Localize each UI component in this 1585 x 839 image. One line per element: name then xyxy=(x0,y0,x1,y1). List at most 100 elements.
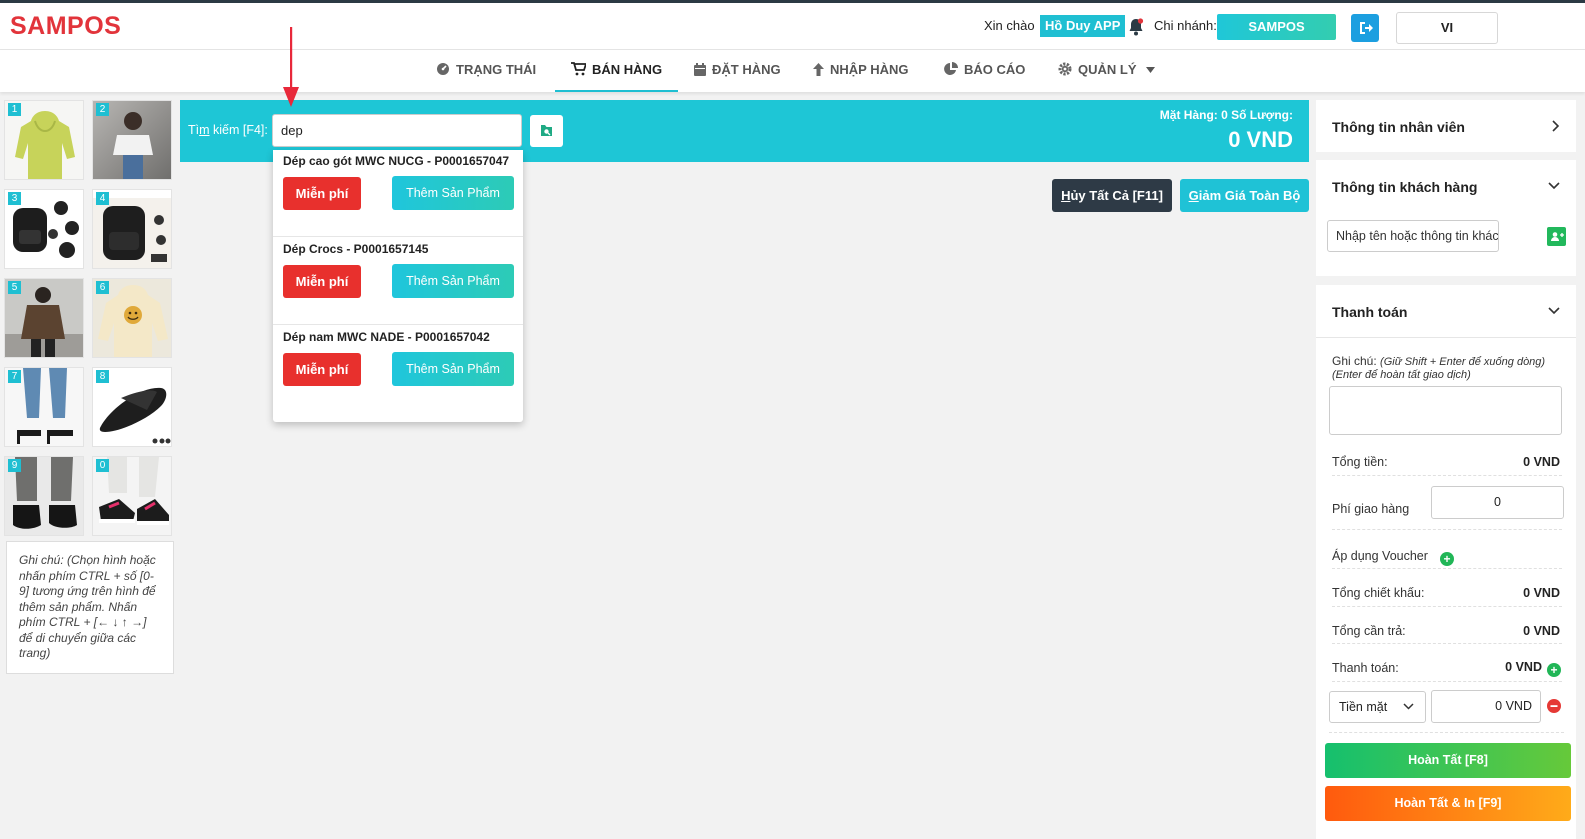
finish-button[interactable]: Hoàn Tất [F8] xyxy=(1325,743,1571,778)
search-results-dropdown: Dép cao gót MWC NUCG - P0001657047 Miễn … xyxy=(273,150,523,422)
nav-quan-ly[interactable]: QUẢN LÝ xyxy=(1058,50,1156,92)
cancel-all-button[interactable]: Hủy Tất Cả [F11] xyxy=(1052,179,1172,212)
product-thumb-2[interactable]: 2 xyxy=(92,100,172,180)
pie-chart-icon xyxy=(944,62,958,75)
total-label: Tổng tiền: xyxy=(1332,455,1388,469)
gear-icon xyxy=(1058,62,1072,76)
arrow-down-icon xyxy=(283,27,299,107)
nav-label: QUẢN LÝ xyxy=(1078,62,1137,77)
nav-label: BÁO CÁO xyxy=(964,62,1026,77)
thumb-number: 5 xyxy=(8,281,21,294)
thumb-number: 2 xyxy=(96,103,109,116)
cart-icon xyxy=(571,62,588,76)
product-thumb-6[interactable]: 6 xyxy=(92,278,172,358)
payment-card: Thanh toán Ghi chú: (Giữ Shift + Enter đ… xyxy=(1316,285,1576,839)
payment-amount-input[interactable]: 0 VND xyxy=(1431,690,1541,723)
discount-all-button[interactable]: Giảm Giá Toàn Bộ xyxy=(1180,179,1309,212)
nav-label: BÁN HÀNG xyxy=(592,62,663,77)
dashboard-icon xyxy=(437,63,449,75)
thumb-number: 0 xyxy=(96,459,109,472)
product-thumb-1[interactable]: 1 xyxy=(4,100,84,180)
add-product-button[interactable]: Thêm Sản Phẩm xyxy=(392,176,514,210)
greeting-text: Xin chào xyxy=(984,18,1035,33)
free-button[interactable]: Miễn phí xyxy=(283,177,361,210)
product-thumb-4[interactable]: 4 xyxy=(92,189,172,269)
shipping-fee-input[interactable]: 0 xyxy=(1431,486,1564,519)
nav-label: ĐẶT HÀNG xyxy=(712,62,781,77)
search-input[interactable]: dep xyxy=(272,114,522,147)
search-result-item[interactable]: Dép nam MWC NADE - P0001657042 Miễn phí … xyxy=(273,326,523,413)
thumb-number: 7 xyxy=(8,370,21,383)
top-header: SAMPOS Xin chào Hồ Duy APP Chi nhánh: SA… xyxy=(0,0,1585,50)
shipping-label: Phí giao hàng xyxy=(1332,502,1410,516)
payment-method-value: Tiền mặt xyxy=(1339,700,1388,714)
paid-value: 0 VND xyxy=(1505,660,1542,674)
payment-title[interactable]: Thanh toán xyxy=(1332,304,1407,320)
payment-method-select[interactable]: Tiền mặt xyxy=(1329,691,1426,723)
product-thumb-0[interactable]: 0 xyxy=(92,456,172,536)
product-shortcut-note: Ghi chú: (Chọn hình hoặc nhấn phím CTRL … xyxy=(6,541,174,674)
search-result-item[interactable]: Dép cao gót MWC NUCG - P0001657047 Miễn … xyxy=(273,150,523,237)
main-nav: TRẠNG THÁI BÁN HÀNG ĐẶT HÀNG NHẬP HÀNG B… xyxy=(0,50,1585,92)
product-thumb-3[interactable]: 3 xyxy=(4,189,84,269)
add-payment-icon[interactable]: + xyxy=(1547,663,1561,677)
arrow-up-icon xyxy=(813,63,824,76)
thumb-number: 9 xyxy=(8,459,21,472)
language-button[interactable]: VI xyxy=(1396,12,1498,44)
discount-value: 0 VND xyxy=(1523,586,1560,600)
search-label: Tìm kiếm [F4]: xyxy=(188,123,268,137)
cart-total: 0 VND xyxy=(1228,127,1293,152)
branch-label: Chi nhánh: xyxy=(1154,18,1217,33)
thumb-number: 1 xyxy=(8,103,21,116)
chevron-down-icon[interactable] xyxy=(1548,182,1560,190)
search-button[interactable] xyxy=(530,115,563,147)
add-product-button[interactable]: Thêm Sản Phẩm xyxy=(392,352,514,386)
chevron-down-icon[interactable] xyxy=(1548,307,1560,315)
nav-dat-hang[interactable]: ĐẶT HÀNG xyxy=(694,50,781,92)
add-customer-button[interactable] xyxy=(1547,227,1566,246)
staff-info-title: Thông tin nhân viên xyxy=(1332,119,1465,135)
customer-search-input[interactable]: Nhập tên hoặc thông tin khác xyxy=(1327,220,1499,252)
product-thumb-7[interactable]: 7 xyxy=(4,367,84,447)
caret-down-icon xyxy=(1146,67,1156,73)
customer-info-title[interactable]: Thông tin khách hàng xyxy=(1332,179,1477,195)
add-voucher-icon[interactable]: + xyxy=(1440,552,1454,566)
user-name-badge[interactable]: Hồ Duy APP xyxy=(1040,15,1126,37)
logout-icon xyxy=(1360,22,1373,34)
nav-label: NHẬP HÀNG xyxy=(830,62,909,77)
paid-label: Thanh toán: xyxy=(1332,661,1399,675)
product-thumb-8[interactable]: 8 xyxy=(92,367,172,447)
product-thumb-5[interactable]: 5 xyxy=(4,278,84,358)
thumb-number: 4 xyxy=(96,192,109,205)
note-hint: (Enter để hoàn tất giao dịch) xyxy=(1332,369,1471,381)
add-user-icon xyxy=(1551,232,1564,241)
product-thumb-9[interactable]: 9 xyxy=(4,456,84,536)
thumb-number: 6 xyxy=(96,281,109,294)
nav-label: TRẠNG THÁI xyxy=(456,62,537,77)
amount-due-value: 0 VND xyxy=(1523,624,1560,638)
search-result-item[interactable]: Dép Crocs - P0001657145 Miễn phí Thêm Sả… xyxy=(273,238,523,325)
nav-nhap-hang[interactable]: NHẬP HÀNG xyxy=(813,50,909,92)
logout-button[interactable] xyxy=(1351,14,1379,42)
logo[interactable]: SAMPOS xyxy=(10,12,121,41)
chevron-down-icon xyxy=(1403,703,1414,710)
note-textarea[interactable] xyxy=(1329,386,1562,435)
calendar-icon xyxy=(694,63,706,76)
voucher-label: Áp dụng Voucher xyxy=(1332,549,1428,563)
free-button[interactable]: Miễn phí xyxy=(283,265,361,298)
discount-label: Tổng chiết khấu: xyxy=(1332,586,1425,600)
branch-select-button[interactable]: SAMPOS xyxy=(1217,14,1336,40)
nav-trang-thai[interactable]: TRẠNG THÁI xyxy=(436,50,536,92)
remove-payment-icon[interactable] xyxy=(1547,699,1561,713)
thumb-number: 3 xyxy=(8,192,21,205)
nav-bao-cao[interactable]: BÁO CÁO xyxy=(944,50,1025,92)
total-value: 0 VND xyxy=(1523,455,1560,469)
result-title: Dép cao gót MWC NUCG - P0001657047 xyxy=(283,154,510,168)
staff-info-card[interactable]: Thông tin nhân viên xyxy=(1316,100,1576,152)
finish-and-print-button[interactable]: Hoàn Tất & In [F9] xyxy=(1325,786,1571,821)
nav-ban-hang[interactable]: BÁN HÀNG xyxy=(555,50,679,92)
amount-due-label: Tổng cần trả: xyxy=(1332,624,1406,638)
bell-icon[interactable] xyxy=(1128,18,1144,36)
free-button[interactable]: Miễn phí xyxy=(283,353,361,386)
add-product-button[interactable]: Thêm Sản Phẩm xyxy=(392,264,514,298)
